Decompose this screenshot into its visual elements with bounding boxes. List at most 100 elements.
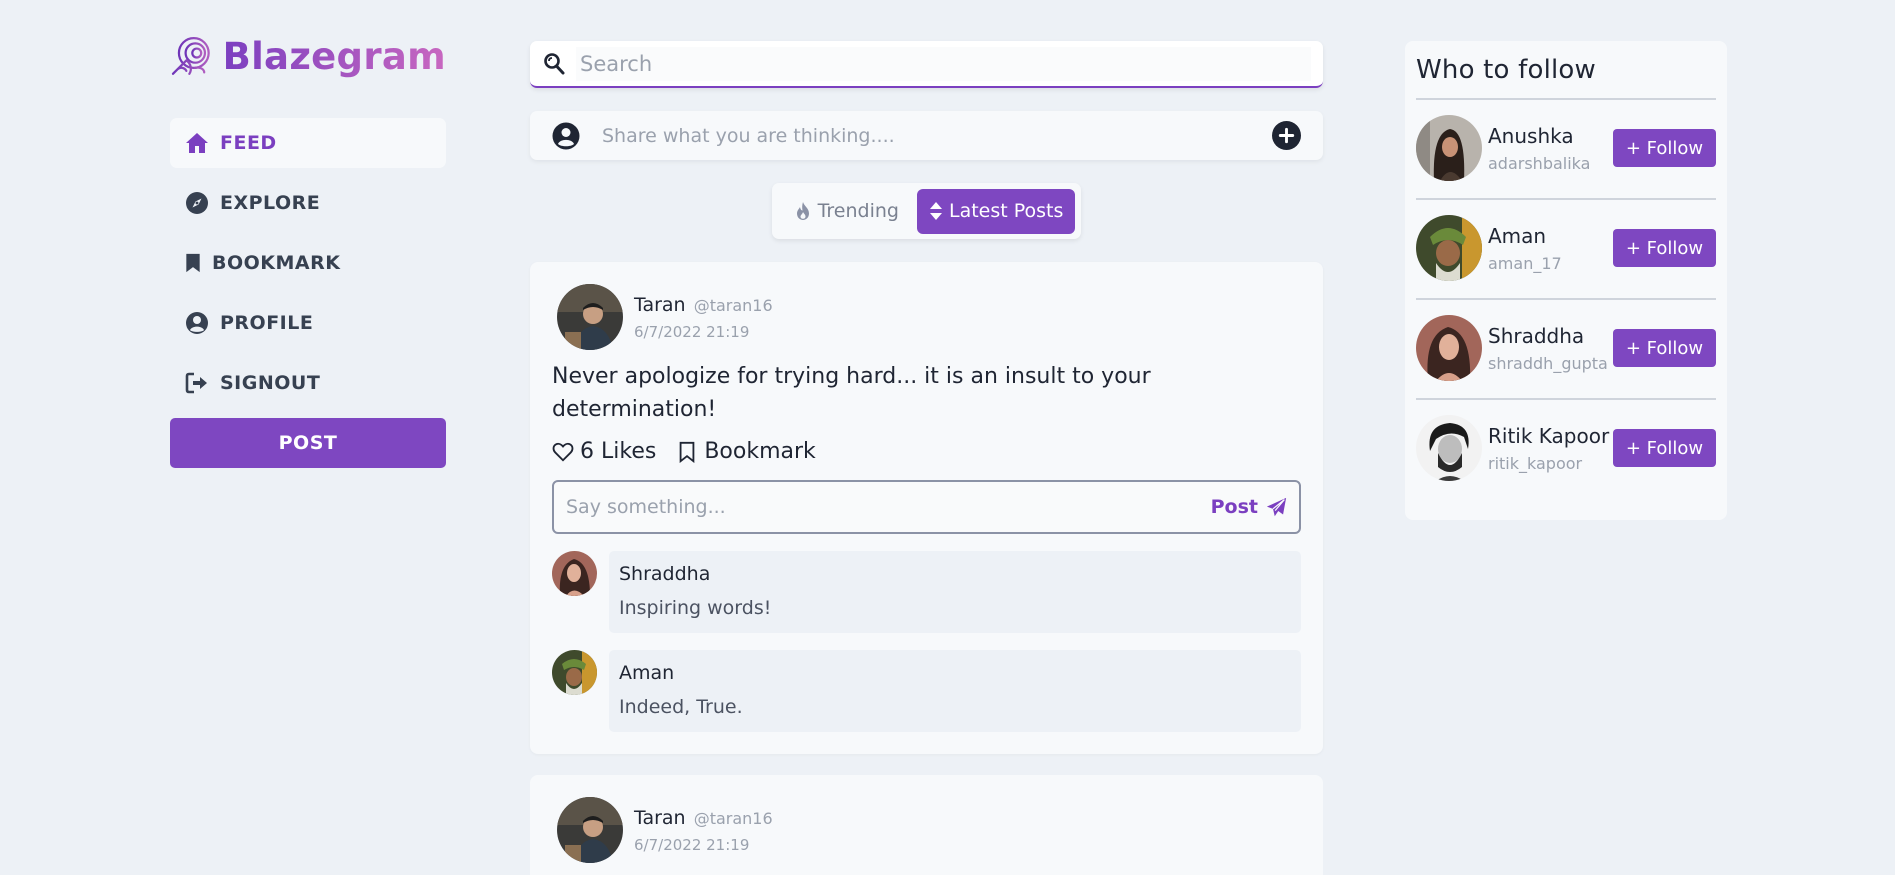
signout-icon (182, 368, 212, 398)
nav-item-label: BOOKMARK (212, 252, 341, 274)
fire-icon (796, 202, 809, 220)
main-nav: FEED EXPLORE BOOKMARK PROFILE SIGNOUT PO… (170, 118, 446, 468)
post-header: Taran @taran16 6/7/2022 21:19 (557, 797, 1301, 863)
suggestion-name[interactable]: Shraddha (1488, 324, 1613, 348)
post-timestamp: 6/7/2022 21:19 (634, 835, 750, 854)
home-icon (182, 128, 212, 158)
comment-author[interactable]: Aman (619, 662, 1291, 684)
add-post-icon[interactable] (1272, 121, 1301, 150)
brand-logo[interactable]: Blazegram (170, 28, 446, 84)
app-root: Blazegram FEED EXPLORE BOOKMARK PROFILE … (0, 0, 1895, 875)
left-sidebar: Blazegram FEED EXPLORE BOOKMARK PROFILE … (170, 28, 446, 468)
user-avatar-icon (552, 122, 580, 150)
search-icon (540, 50, 568, 78)
tab-latest-label: Latest Posts (948, 200, 1064, 222)
suggestion-item: Shraddha shraddh_gupta + Follow (1416, 298, 1716, 385)
follow-button[interactable]: + Follow (1613, 229, 1716, 267)
suggestion-name[interactable]: Aman (1488, 224, 1613, 248)
tab-latest-posts[interactable]: Latest Posts (916, 188, 1076, 234)
user-circle-icon (182, 308, 212, 338)
comment-input[interactable] (566, 496, 1211, 518)
main-feed: Trending Latest Posts Taran @taran16 (530, 41, 1323, 754)
compass-icon (182, 188, 212, 218)
avatar[interactable] (552, 650, 597, 695)
avatar[interactable] (1416, 315, 1482, 381)
nav-item-label: FEED (220, 132, 277, 154)
suggestion-username: adarshbalika (1488, 153, 1591, 173)
bookmark-button[interactable]: Bookmark (676, 439, 816, 464)
nav-item-label: SIGNOUT (220, 372, 321, 394)
composer-input[interactable] (602, 124, 1272, 147)
avatar[interactable] (557, 284, 623, 350)
post-header: Taran @taran16 6/7/2022 21:19 (557, 284, 1301, 350)
sort-icon (929, 202, 942, 220)
suggestion-username: aman_17 (1488, 253, 1562, 273)
heart-icon (552, 442, 574, 462)
who-to-follow-panel: Who to follow Anushka adarshbalika + Fol… (1405, 41, 1727, 520)
avatar[interactable] (557, 797, 623, 863)
comment-text: Indeed, True. (619, 696, 743, 718)
suggestion-info: Ritik Kapoor ritik_kapoor (1488, 424, 1613, 473)
post-author-handle: @taran16 (693, 808, 773, 828)
tab-trending[interactable]: Trending (782, 189, 911, 234)
tab-trending-label: Trending (817, 200, 899, 222)
follow-button[interactable]: + Follow (1613, 429, 1716, 467)
suggestion-info: Aman aman_17 (1488, 224, 1613, 273)
comment-author[interactable]: Shraddha (619, 563, 1291, 585)
suggestion-name[interactable]: Anushka (1488, 124, 1613, 148)
nav-item-feed[interactable]: FEED (170, 118, 446, 168)
post-card: Taran @taran16 6/7/2022 21:19 Never apol… (530, 262, 1323, 754)
avatar[interactable] (1416, 415, 1482, 481)
comment-body: Shraddha Inspiring words! (609, 551, 1301, 633)
comment-text: Inspiring words! (619, 597, 772, 619)
post-author-handle: @taran16 (693, 295, 773, 315)
comment-body: Aman Indeed, True. (609, 650, 1301, 732)
post-meta: Taran @taran16 6/7/2022 21:19 (634, 807, 773, 854)
nav-item-signout[interactable]: SIGNOUT (170, 358, 446, 408)
bookmark-outline-icon (679, 441, 695, 463)
like-button[interactable]: 6 Likes (552, 439, 656, 464)
post-card: Taran @taran16 6/7/2022 21:19 (530, 775, 1323, 875)
feed-tabs: Trending Latest Posts (771, 183, 1082, 239)
brand-name: Blazegram (222, 34, 446, 78)
suggestion-username: shraddh_gupta (1488, 353, 1608, 373)
follow-button[interactable]: + Follow (1613, 129, 1716, 167)
suggestion-item: Ritik Kapoor ritik_kapoor + Follow (1416, 398, 1716, 485)
post-author-name[interactable]: Taran (634, 807, 686, 829)
nav-item-label: PROFILE (220, 312, 314, 334)
comment-box: Post (552, 480, 1301, 534)
suggestion-info: Shraddha shraddh_gupta (1488, 324, 1613, 373)
panel-title: Who to follow (1416, 55, 1597, 85)
comment-item: Aman Indeed, True. (552, 650, 1301, 732)
follow-button[interactable]: + Follow (1613, 329, 1716, 367)
nav-item-profile[interactable]: PROFILE (170, 298, 446, 348)
avatar[interactable] (552, 551, 597, 596)
comment-post-button[interactable]: Post (1211, 496, 1287, 518)
avatar[interactable] (1416, 115, 1482, 181)
suggestion-info: Anushka adarshbalika (1488, 124, 1613, 173)
post-composer (530, 111, 1323, 160)
suggestion-name[interactable]: Ritik Kapoor (1488, 424, 1613, 448)
likes-count: 6 Likes (580, 439, 657, 464)
search-input[interactable] (576, 46, 1311, 81)
suggestion-item: Anushka adarshbalika + Follow (1416, 98, 1716, 185)
post-actions: 6 Likes Bookmark (552, 439, 1301, 464)
blaze-logo-icon (171, 37, 210, 75)
nav-item-label: EXPLORE (220, 192, 321, 214)
post-meta: Taran @taran16 6/7/2022 21:19 (634, 294, 773, 341)
search-bar (530, 41, 1323, 88)
post-timestamp: 6/7/2022 21:19 (634, 322, 750, 341)
feed-tabs-wrap: Trending Latest Posts (530, 183, 1323, 239)
send-icon (1266, 497, 1287, 516)
comment-item: Shraddha Inspiring words! (552, 551, 1301, 633)
nav-item-explore[interactable]: EXPLORE (170, 178, 446, 228)
post-button[interactable]: POST (170, 418, 446, 468)
bookmark-icon (182, 248, 204, 278)
comment-post-label: Post (1210, 496, 1258, 518)
suggestion-username: ritik_kapoor (1488, 453, 1583, 473)
bookmark-label: Bookmark (704, 439, 816, 464)
post-author-name[interactable]: Taran (634, 294, 686, 316)
nav-item-bookmark[interactable]: BOOKMARK (170, 238, 446, 288)
post-content: Never apologize for trying hard... it is… (552, 364, 1151, 422)
avatar[interactable] (1416, 215, 1482, 281)
